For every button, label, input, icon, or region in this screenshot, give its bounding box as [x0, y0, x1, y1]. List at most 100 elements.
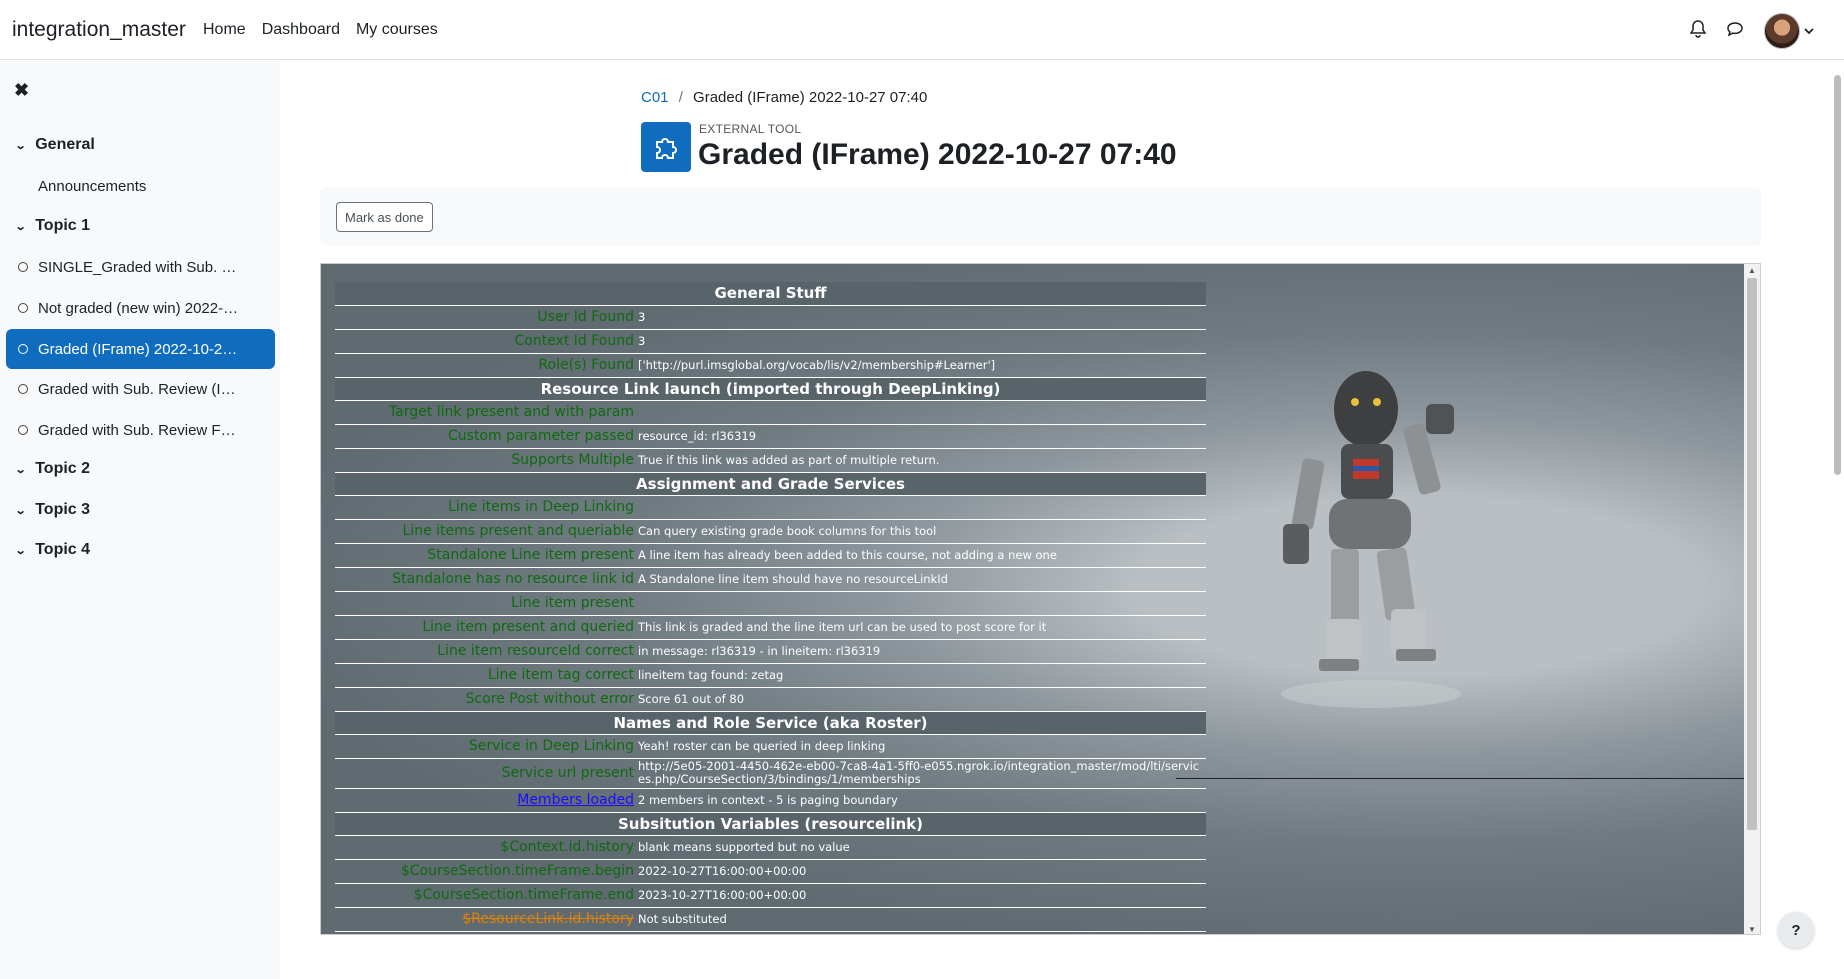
- row-label: Context Id Found: [335, 329, 636, 354]
- table-row: Line items present and queriable Can quer…: [335, 519, 1206, 544]
- row-value: lineitem tag found: zetag: [636, 663, 1206, 688]
- chevron-down-icon: ⌄: [14, 139, 27, 152]
- messages-chat-icon[interactable]: [1726, 21, 1744, 42]
- notifications-bell-icon[interactable]: [1689, 19, 1707, 43]
- nav-home[interactable]: Home: [203, 21, 246, 39]
- scroll-down-arrow-icon[interactable]: ▼: [1748, 925, 1756, 934]
- table-row: Score Post without error Score 61 out of …: [335, 687, 1206, 712]
- table-row: User Id Found 3: [335, 305, 1206, 330]
- mark-as-done-button[interactable]: Mark as done: [336, 202, 433, 232]
- row-value: ['http://purl.imsglobal.org/vocab/lis/v2…: [636, 353, 1206, 378]
- site-brand[interactable]: integration_master: [12, 18, 186, 42]
- chevron-down-icon: ⌄: [14, 463, 27, 476]
- course-item-not-graded[interactable]: Not graded (new win) 2022-…: [6, 288, 275, 328]
- divider-line: [1176, 778, 1745, 779]
- iframe-scrollbar[interactable]: ▲ ▼: [1744, 264, 1760, 934]
- row-value: Can query existing grade book columns fo…: [636, 519, 1206, 544]
- user-menu[interactable]: [1764, 13, 1814, 49]
- row-value: A line item has already been added to th…: [636, 543, 1206, 568]
- row-label: Supports Multiple: [335, 448, 636, 473]
- section-header-nrps: Names and Role Service (aka Roster): [335, 711, 1206, 735]
- section-topic-2[interactable]: ⌄ Topic 2: [14, 460, 90, 478]
- row-value: 3: [636, 305, 1206, 330]
- course-item-single-graded[interactable]: SINGLE_Graded with Sub. …: [6, 247, 275, 287]
- members-loaded-link[interactable]: Members loaded: [335, 788, 636, 813]
- user-tools: [1689, 13, 1814, 49]
- row-value: [636, 495, 1206, 520]
- row-label: Custom parameter passed: [335, 424, 636, 449]
- table-row: Line item present: [335, 591, 1206, 616]
- chevron-down-icon: ⌄: [14, 544, 27, 557]
- row-value: 2022-10-27T16:00:00+00:00: [636, 859, 1206, 884]
- activity-actions-bar: Mark as done: [320, 187, 1761, 246]
- course-item-graded-sub-review-f[interactable]: Graded with Sub. Review F…: [6, 410, 275, 450]
- table-row: Standalone Line item present A line item …: [335, 543, 1206, 568]
- module-type-label: EXTERNAL TOOL: [699, 122, 802, 136]
- chevron-down-icon: [1804, 22, 1814, 40]
- row-label: Service url present: [335, 758, 636, 789]
- row-label: Score Post without error: [335, 687, 636, 712]
- row-value: [636, 591, 1206, 616]
- row-value: 3: [636, 329, 1206, 354]
- help-button[interactable]: ?: [1778, 912, 1814, 948]
- table-row: Line items in Deep Linking: [335, 495, 1206, 520]
- row-value: Yeah! roster can be queried in deep link…: [636, 734, 1206, 759]
- breadcrumb-separator: /: [678, 89, 683, 106]
- nav-dashboard[interactable]: Dashboard: [262, 21, 340, 39]
- section-topic-1[interactable]: ⌄ Topic 1: [14, 217, 90, 235]
- table-row: $CourseSection.timeFrame.begin 2022-10-27…: [335, 859, 1206, 884]
- breadcrumb: C01 / Graded (IFrame) 2022-10-27 07:40: [641, 89, 927, 106]
- completion-circle-icon: [18, 344, 28, 354]
- close-drawer-icon[interactable]: ✖: [14, 80, 29, 101]
- page-title: Graded (IFrame) 2022-10-27 07:40: [698, 138, 1177, 171]
- row-value: This link is graded and the line item ur…: [636, 615, 1206, 640]
- row-value: A Standalone line item should have no re…: [636, 567, 1206, 592]
- row-label: $CourseSection.timeFrame.begin: [335, 859, 636, 884]
- table-row: $Context.id.history blank means supported…: [335, 835, 1206, 860]
- row-label: Role(s) Found: [335, 353, 636, 378]
- table-row: $CourseSection.timeFrame.end 2023-10-27T1…: [335, 883, 1206, 908]
- section-general[interactable]: ⌄ General: [14, 136, 95, 154]
- row-value: Not substituted: [636, 907, 1206, 932]
- course-item-graded-iframe[interactable]: Graded (IFrame) 2022-10-2…: [6, 329, 275, 369]
- table-row: Line item tag correct lineitem tag found:…: [335, 663, 1206, 688]
- nav-my-courses[interactable]: My courses: [356, 21, 438, 39]
- top-navbar: integration_master Home Dashboard My cou…: [0, 0, 1844, 60]
- scrollbar-thumb[interactable]: [1747, 278, 1757, 830]
- lti-iframe[interactable]: General Stuff User Id Found 3 Context Id …: [320, 263, 1761, 935]
- row-label: Target link present and with param: [335, 400, 636, 425]
- scroll-up-arrow-icon[interactable]: ▲: [1748, 266, 1756, 275]
- course-item-announcements[interactable]: Announcements: [6, 166, 275, 206]
- section-topic-4[interactable]: ⌄ Topic 4: [14, 541, 90, 559]
- section-topic-3[interactable]: ⌄ Topic 3: [14, 501, 90, 519]
- course-item-graded-sub-review-i[interactable]: Graded with Sub. Review (I…: [6, 369, 275, 409]
- chevron-down-icon: ⌄: [14, 220, 27, 233]
- section-header-ags: Assignment and Grade Services: [335, 472, 1206, 496]
- row-value: Score 61 out of 80: [636, 687, 1206, 712]
- robot-illustration: [1281, 371, 1461, 708]
- row-label: Line item present and queried: [335, 615, 636, 640]
- section-header-substitution: Subsitution Variables (resourcelink): [335, 812, 1206, 836]
- table-row: $ResourceLink.id.history Not substituted: [335, 907, 1206, 932]
- row-value: True if this link was added as part of m…: [636, 448, 1206, 473]
- avatar: [1764, 13, 1800, 49]
- completion-circle-icon: [18, 425, 28, 435]
- row-value: 2023-10-27T16:00:00+00:00: [636, 883, 1206, 908]
- puzzle-icon: [641, 122, 691, 172]
- row-value: blank means supported but no value: [636, 835, 1206, 860]
- page-scrollbar[interactable]: [1834, 75, 1841, 475]
- primary-navigation: Home Dashboard My courses: [203, 21, 438, 39]
- row-label: Line items in Deep Linking: [335, 495, 636, 520]
- completion-circle-icon: [18, 262, 28, 272]
- row-label: User Id Found: [335, 305, 636, 330]
- row-value: resource_id: rl36319: [636, 424, 1206, 449]
- table-row: Role(s) Found ['http://purl.imsglobal.org…: [335, 353, 1206, 378]
- row-label: Line item resourceId correct: [335, 639, 636, 664]
- chevron-down-icon: ⌄: [14, 504, 27, 517]
- table-row: Supports Multiple True if this link was a…: [335, 448, 1206, 473]
- course-index-drawer: ✖ ⌄ General Announcements ⌄ Topic 1 SINGLE…: [0, 60, 280, 979]
- row-label: Line items present and queriable: [335, 519, 636, 544]
- breadcrumb-course-link[interactable]: C01: [641, 89, 669, 106]
- row-label: Service in Deep Linking: [335, 734, 636, 759]
- table-row: Line item resourceId correct in message: …: [335, 639, 1206, 664]
